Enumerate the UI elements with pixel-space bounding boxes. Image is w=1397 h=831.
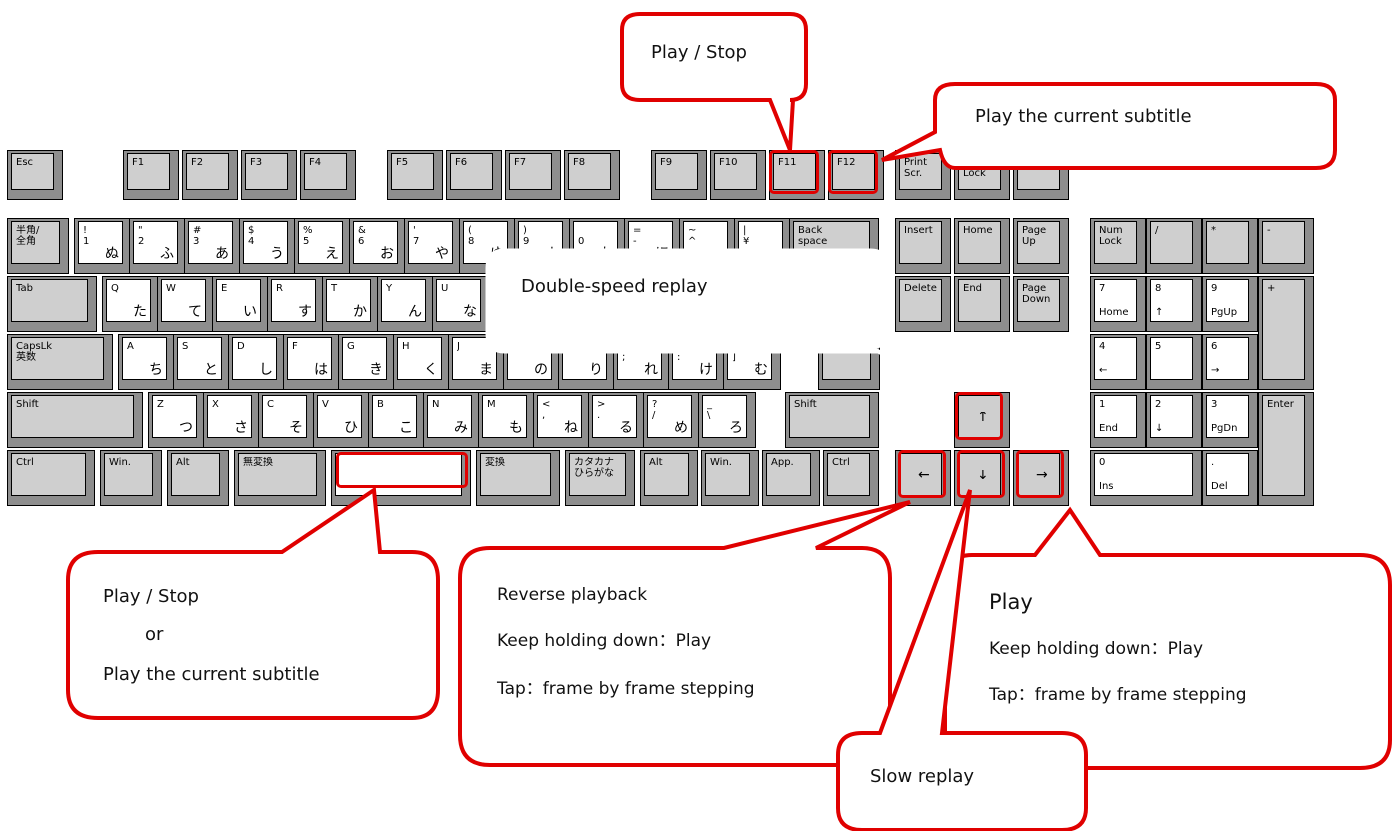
callout-up-bubble bbox=[485, 248, 951, 394]
callout-f11-text: Play / Stop bbox=[651, 42, 747, 63]
keyboard-shortcut-diagram: Esc F1 F2 F3 F4 F5 F6 F7 F8 F9 F10 F11 F12 Print Scr.… bbox=[0, 0, 1397, 831]
callout-right-line2: Keep holding down：Play bbox=[989, 639, 1204, 659]
callout-right-line3: Tap：frame by frame stepping bbox=[989, 685, 1247, 705]
callout-up-text: Double-speed replay bbox=[521, 276, 708, 297]
callout-left-line3: Tap：frame by frame stepping bbox=[497, 679, 755, 699]
callout-f12-text: Play the current subtitle bbox=[975, 106, 1192, 127]
callout-space-line3: Play the current subtitle bbox=[103, 664, 320, 685]
callout-f11-bubble bbox=[620, 12, 808, 151]
callout-space-line2: or bbox=[145, 624, 164, 645]
callout-space-line1: Play / Stop bbox=[103, 586, 199, 607]
callout-down-text: Slow replay bbox=[870, 766, 975, 787]
callout-right-line1: Play bbox=[989, 590, 1033, 614]
callout-left-line1: Reverse playback bbox=[497, 585, 648, 605]
callout-left-line2: Keep holding down：Play bbox=[497, 631, 712, 651]
